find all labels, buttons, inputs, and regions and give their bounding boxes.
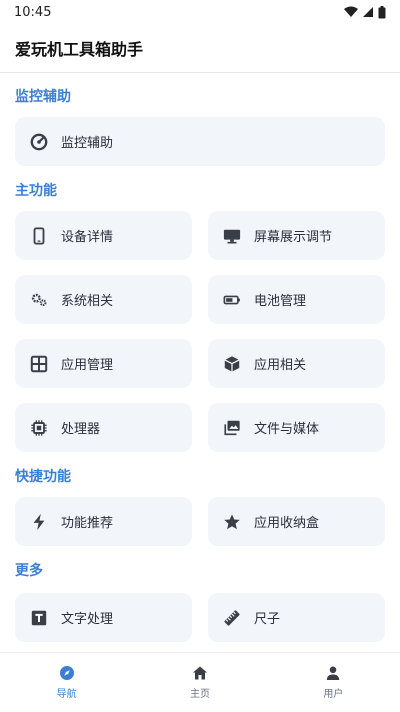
card-app-box[interactable]: 应用收纳盒 <box>208 497 385 546</box>
battery-status-icon <box>378 5 386 18</box>
bottom-nav: 导航 主页 用户 <box>0 652 400 712</box>
nav-item-navigation[interactable]: 导航 <box>7 665 127 700</box>
card-files-media[interactable]: 文件与媒体 <box>208 403 385 452</box>
card-label: 功能推荐 <box>61 516 114 531</box>
card-screen-display[interactable]: 屏幕展示调节 <box>208 211 385 260</box>
card-text-processing[interactable]: 文字处理 <box>15 593 192 642</box>
wifi-icon <box>344 6 358 17</box>
cube-icon <box>222 354 242 374</box>
card-label: 监控辅助 <box>61 136 114 151</box>
ruler-icon <box>222 608 242 628</box>
card-label: 电池管理 <box>254 294 307 309</box>
battery-icon <box>222 290 242 310</box>
speedometer-icon <box>29 132 49 152</box>
bolt-icon <box>29 512 49 532</box>
card-recommended[interactable]: 功能推荐 <box>15 497 192 546</box>
card-label: 系统相关 <box>61 294 114 309</box>
section-title-quick: 快捷功能 <box>15 469 71 485</box>
main-content: 监控辅助 监控辅助 主功能 设备详情 屏幕展示调节 系统相关 电池管理 应用管理… <box>0 73 400 651</box>
card-label: 尺子 <box>254 612 281 627</box>
section-title-more: 更多 <box>15 563 43 579</box>
card-app-management[interactable]: 应用管理 <box>15 339 192 388</box>
gears-icon <box>29 290 49 310</box>
grid-icon <box>29 354 49 374</box>
nav-label: 用户 <box>323 689 344 700</box>
nav-item-user[interactable]: 用户 <box>273 665 393 700</box>
app-bar: 爱玩机工具箱助手 <box>0 24 400 72</box>
status-time: 10:45 <box>14 4 52 20</box>
card-app-related[interactable]: 应用相关 <box>208 339 385 388</box>
section-title-monitor: 监控辅助 <box>15 89 71 105</box>
images-icon <box>222 418 242 438</box>
card-label: 文字处理 <box>61 612 114 627</box>
nav-label: 导航 <box>56 689 77 700</box>
card-battery[interactable]: 电池管理 <box>208 275 385 324</box>
nav-label: 主页 <box>189 689 210 700</box>
card-label: 应用管理 <box>61 358 114 373</box>
card-monitor-assist[interactable]: 监控辅助 <box>15 117 385 166</box>
home-icon <box>192 666 207 680</box>
nav-item-home[interactable]: 主页 <box>140 665 260 700</box>
card-label: 应用收纳盒 <box>254 516 320 531</box>
card-label: 应用相关 <box>254 358 307 373</box>
status-bar: 10:45 <box>0 0 400 24</box>
app-title: 爱玩机工具箱助手 <box>15 40 144 59</box>
card-label: 设备详情 <box>61 230 114 245</box>
compass-icon <box>59 666 74 680</box>
phone-icon <box>29 226 49 246</box>
card-system[interactable]: 系统相关 <box>15 275 192 324</box>
chip-icon <box>29 418 49 438</box>
text-icon <box>29 608 49 628</box>
section-title-main: 主功能 <box>15 183 57 199</box>
card-device-details[interactable]: 设备详情 <box>15 211 192 260</box>
card-processor[interactable]: 处理器 <box>15 403 192 452</box>
status-icons <box>344 5 386 19</box>
card-label: 文件与媒体 <box>254 422 320 437</box>
signal-icon <box>363 7 373 17</box>
card-label: 屏幕展示调节 <box>254 230 333 245</box>
monitor-icon <box>222 226 242 246</box>
card-label: 处理器 <box>61 422 101 437</box>
card-ruler[interactable]: 尺子 <box>208 593 385 642</box>
star-icon <box>222 512 242 532</box>
user-icon <box>327 666 340 680</box>
